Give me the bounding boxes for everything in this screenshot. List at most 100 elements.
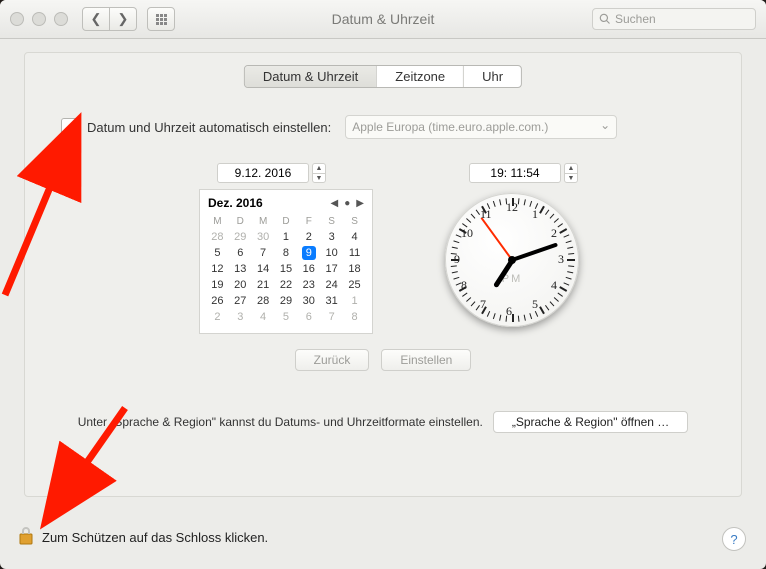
calendar-today-icon[interactable]: ●	[344, 198, 350, 209]
calendar-day[interactable]: 26	[206, 293, 229, 309]
calendar-day[interactable]: 28	[206, 229, 229, 245]
calendar-day[interactable]: 18	[343, 261, 366, 277]
zoom-icon[interactable]	[54, 12, 68, 26]
search-input[interactable]: Suchen	[592, 8, 756, 30]
calendar-day[interactable]: 7	[320, 309, 343, 325]
calendar[interactable]: Dez. 2016 ◀ ● ▶ MDMDFSS 2829301234567891…	[199, 189, 373, 334]
clock-tick	[545, 305, 549, 310]
date-step-down[interactable]: ▼	[312, 173, 326, 183]
calendar-day[interactable]: 3	[320, 229, 343, 245]
search-placeholder: Suchen	[615, 12, 656, 26]
help-button[interactable]: ?	[722, 527, 746, 551]
clock-tick	[466, 297, 471, 302]
close-icon[interactable]	[10, 12, 24, 26]
clock-tick	[554, 218, 559, 223]
lock-icon[interactable]	[18, 526, 34, 549]
minimize-icon[interactable]	[32, 12, 46, 26]
calendar-day[interactable]: 9	[297, 245, 320, 261]
open-language-region-button[interactable]: „Sprache & Region" öffnen …	[493, 411, 688, 433]
calendar-day[interactable]: 5	[206, 245, 229, 261]
calendar-day[interactable]: 6	[229, 245, 252, 261]
tab-timezone[interactable]: Zeitzone	[377, 66, 464, 87]
clock-tick	[554, 297, 559, 302]
calendar-day[interactable]: 25	[343, 277, 366, 293]
calendar-day[interactable]: 29	[229, 229, 252, 245]
calendar-day[interactable]: 7	[252, 245, 275, 261]
calendar-day[interactable]: 10	[320, 245, 343, 261]
clock-tick	[545, 210, 549, 215]
calendar-day[interactable]: 6	[297, 309, 320, 325]
calendar-day[interactable]: 11	[343, 245, 366, 261]
calendar-prev-icon[interactable]: ◀	[331, 198, 339, 209]
clock-tick	[558, 223, 563, 227]
calendar-day[interactable]: 21	[252, 277, 275, 293]
time-field[interactable]: 19: 11:54	[469, 163, 561, 183]
calendar-day[interactable]: 1	[343, 293, 366, 309]
calendar-day[interactable]: 16	[297, 261, 320, 277]
calendar-day[interactable]: 27	[229, 293, 252, 309]
revert-button[interactable]: Zurück	[295, 349, 370, 371]
clock-tick	[518, 316, 520, 322]
calendar-next-icon[interactable]: ▶	[356, 198, 364, 209]
clock-tick	[518, 198, 520, 204]
calendar-day[interactable]: 4	[252, 309, 275, 325]
calendar-day[interactable]: 22	[275, 277, 298, 293]
calendar-day[interactable]: 4	[343, 229, 366, 245]
date-stepper-buttons: ▲ ▼	[312, 163, 326, 183]
clock-tick	[471, 301, 476, 306]
clock-numeral: 1	[532, 207, 538, 222]
calendar-day[interactable]: 14	[252, 261, 275, 277]
calendar-day[interactable]: 24	[320, 277, 343, 293]
clock-tick	[451, 253, 457, 255]
calendar-day[interactable]: 15	[275, 261, 298, 277]
calendar-day[interactable]: 5	[275, 309, 298, 325]
auto-set-label: Datum und Uhrzeit automatisch einstellen…	[87, 120, 331, 135]
tab-date-time[interactable]: Datum & Uhrzeit	[245, 66, 377, 87]
clock-tick	[493, 313, 496, 319]
forward-button[interactable]: ❯	[110, 7, 137, 31]
nav-buttons: ❮ ❯	[82, 7, 137, 31]
date-field[interactable]: 9.12. 2016	[217, 163, 309, 183]
clock-tick	[524, 315, 526, 321]
clock-tick	[539, 206, 545, 214]
clock-tick	[499, 315, 501, 321]
calendar-day[interactable]: 17	[320, 261, 343, 277]
back-button[interactable]: ❮	[82, 7, 110, 31]
calendar-day[interactable]: 30	[297, 293, 320, 309]
footer-row: Unter „Sprache & Region" kannst du Datum…	[25, 411, 741, 433]
calendar-day[interactable]: 19	[206, 277, 229, 293]
clock-numeral: 10	[461, 226, 473, 241]
clock-tick	[524, 199, 526, 205]
calendar-day[interactable]: 1	[275, 229, 298, 245]
auto-set-checkbox[interactable]	[61, 118, 79, 136]
clock-numeral: 3	[558, 252, 564, 267]
time-server-value: Apple Europa (time.euro.apple.com.)	[352, 120, 548, 134]
clock-tick	[567, 271, 573, 273]
calendar-day[interactable]: 31	[320, 293, 343, 309]
calendar-day[interactable]: 12	[206, 261, 229, 277]
clock-tick	[487, 311, 490, 317]
calendar-day[interactable]: 2	[206, 309, 229, 325]
calendar-day[interactable]: 23	[297, 277, 320, 293]
calendar-day[interactable]: 8	[343, 309, 366, 325]
calendar-day[interactable]: 30	[252, 229, 275, 245]
date-step-up[interactable]: ▲	[312, 163, 326, 173]
clock-tick	[566, 277, 572, 280]
calendar-day[interactable]: 3	[229, 309, 252, 325]
time-server-combo[interactable]: Apple Europa (time.euro.apple.com.)	[345, 115, 617, 139]
tab-clock[interactable]: Uhr	[464, 66, 521, 87]
calendar-day[interactable]: 8	[275, 245, 298, 261]
save-button[interactable]: Einstellen	[381, 349, 471, 371]
action-buttons: Zurück Einstellen	[25, 349, 741, 371]
show-all-button[interactable]	[147, 7, 175, 31]
calendar-day[interactable]: 20	[229, 277, 252, 293]
clock-tick	[452, 271, 458, 273]
time-step-down[interactable]: ▼	[564, 173, 578, 183]
clock-tick	[453, 277, 459, 280]
clock-tick	[451, 259, 459, 261]
calendar-day[interactable]: 29	[275, 293, 298, 309]
calendar-day[interactable]: 2	[297, 229, 320, 245]
calendar-day[interactable]: 13	[229, 261, 252, 277]
time-step-up[interactable]: ▲	[564, 163, 578, 173]
calendar-day[interactable]: 28	[252, 293, 275, 309]
